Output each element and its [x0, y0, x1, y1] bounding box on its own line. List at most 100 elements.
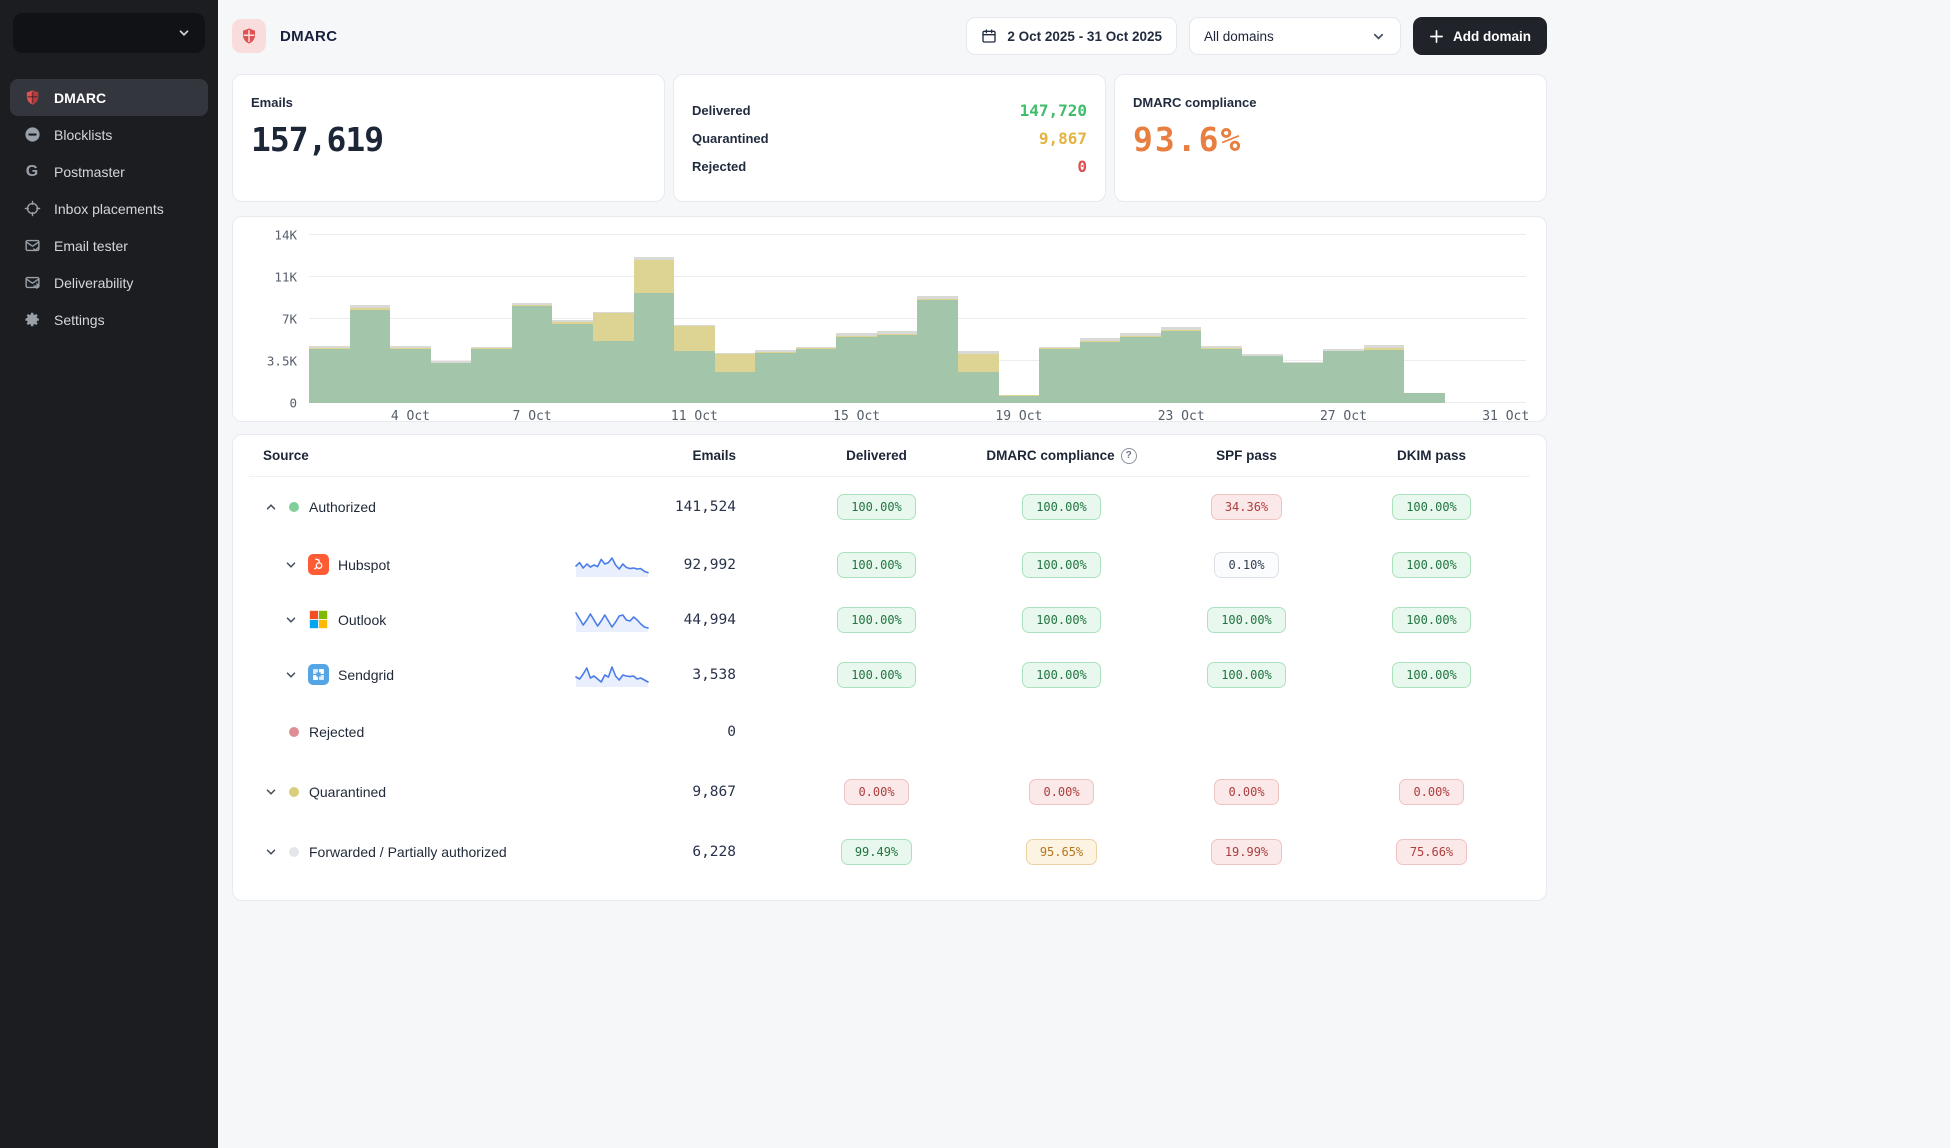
- sidebar-item-dmarc[interactable]: DMARC: [10, 79, 208, 116]
- domain-filter-select[interactable]: All domains: [1189, 17, 1401, 55]
- microsoft-outlook-icon: [308, 609, 329, 630]
- chevron-down-icon[interactable]: [283, 667, 299, 683]
- rejected-label: Rejected: [692, 159, 746, 174]
- table-row-outlook[interactable]: Outlook 44,994 100.00% 100.00% 100.00% 1…: [249, 592, 1530, 647]
- chart-bar-segment: [1161, 331, 1202, 403]
- status-dot-authorized: [289, 502, 299, 512]
- col-dmarc: DMARC compliance ?: [969, 448, 1154, 464]
- emails-value: 6,228: [692, 844, 736, 860]
- block-icon: [23, 126, 41, 144]
- add-domain-button[interactable]: Add domain: [1413, 17, 1547, 55]
- table-row-forwarded[interactable]: Forwarded / Partially authorized 6,228 9…: [249, 822, 1530, 882]
- workspace-selector[interactable]: [13, 13, 205, 53]
- chart-bar: [674, 235, 715, 403]
- chart-x-tick-label: 23 Oct: [1158, 409, 1205, 424]
- table-row-authorized[interactable]: Authorized 141,524 100.00% 100.00% 34.36…: [249, 477, 1530, 537]
- sidebar-item-label: DMARC: [54, 90, 106, 106]
- table-row-quarantined[interactable]: Quarantined 9,867 0.00% 0.00% 0.00% 0.00…: [249, 762, 1530, 822]
- chart-bar: [796, 235, 837, 403]
- chart-x-tick-label: 31 Oct: [1482, 409, 1529, 424]
- emails-value: 44,994: [684, 612, 736, 628]
- sidebar-item-label: Postmaster: [54, 164, 125, 180]
- spf-badge: 0.10%: [1214, 552, 1278, 578]
- col-spf: SPF pass: [1154, 448, 1339, 463]
- dkim-badge: 75.66%: [1396, 839, 1467, 865]
- table-row-sendgrid[interactable]: Sendgrid 3,538 100.00% 100.00% 100.00% 1…: [249, 647, 1530, 702]
- chart-bar-segment: [1120, 337, 1161, 403]
- chart-bar-segment: [634, 260, 675, 293]
- status-dot-quarantined: [289, 787, 299, 797]
- dkim-badge: 100.00%: [1392, 494, 1471, 520]
- chart-bar-segment: [999, 396, 1040, 403]
- chart-bar-segment: [593, 313, 634, 341]
- delivered-badge: 100.00%: [837, 607, 916, 633]
- sidebar-item-postmaster[interactable]: G Postmaster: [10, 153, 208, 190]
- sidebar-item-label: Deliverability: [54, 275, 133, 291]
- date-range-picker[interactable]: 2 Oct 2025 - 31 Oct 2025: [966, 17, 1177, 55]
- domain-filter-value: All domains: [1204, 29, 1274, 44]
- email-volume-chart: 03.5K7K11K14K 4 Oct7 Oct11 Oct15 Oct19 O…: [232, 216, 1547, 422]
- chevron-down-icon[interactable]: [263, 844, 279, 860]
- chevron-down-icon[interactable]: [263, 784, 279, 800]
- dkim-badge: 100.00%: [1392, 607, 1471, 633]
- status-dot-forwarded: [289, 847, 299, 857]
- source-label: Forwarded / Partially authorized: [309, 844, 507, 860]
- chart-bar-segment: [1039, 349, 1080, 403]
- chart-plot: 03.5K7K11K14K: [309, 235, 1526, 403]
- emails-sparkline: [575, 661, 649, 689]
- spf-badge: 19.99%: [1211, 839, 1282, 865]
- chart-bar: [634, 235, 675, 403]
- chart-bar-segment: [593, 341, 634, 403]
- chart-bar-segment: [1323, 351, 1364, 403]
- emails-value: 9,867: [692, 784, 736, 800]
- chevron-up-icon[interactable]: [263, 499, 279, 515]
- compliance-stat-card: DMARC compliance 93.6%: [1114, 74, 1547, 202]
- table-row-rejected[interactable]: Rejected 0: [249, 702, 1530, 762]
- google-g-icon: G: [23, 163, 41, 181]
- sidebar-item-settings[interactable]: Settings: [10, 301, 208, 338]
- sidebar-item-deliverability[interactable]: Deliverability: [10, 264, 208, 301]
- chart-bar: [917, 235, 958, 403]
- chart-bar: [999, 235, 1040, 403]
- chart-bar: [1283, 235, 1324, 403]
- emails-stat-value: 157,619: [251, 120, 646, 159]
- chart-bar: [552, 235, 593, 403]
- sidebar-item-email-tester[interactable]: Email tester: [10, 227, 208, 264]
- emails-sparkline: [575, 551, 649, 579]
- chart-bar-segment: [1364, 350, 1405, 403]
- sidebar-item-inbox-placements[interactable]: Inbox placements: [10, 190, 208, 227]
- help-icon[interactable]: ?: [1121, 448, 1137, 464]
- col-emails: Emails: [559, 448, 784, 463]
- col-dkim: DKIM pass: [1339, 448, 1524, 463]
- sources-table: Source Emails Delivered DMARC compliance…: [232, 434, 1547, 901]
- spf-badge: 0.00%: [1214, 779, 1278, 805]
- chart-bar: [1323, 235, 1364, 403]
- col-delivered: Delivered: [784, 448, 969, 463]
- emails-value: 3,538: [692, 667, 736, 683]
- sidebar-item-label: Email tester: [54, 238, 128, 254]
- gear-icon: [23, 311, 41, 329]
- chart-y-tick-label: 14K: [274, 228, 297, 243]
- chevron-down-icon[interactable]: [283, 612, 299, 628]
- chart-bar: [593, 235, 634, 403]
- chart-bar: [1445, 235, 1486, 403]
- source-label: Rejected: [309, 724, 364, 740]
- chart-bar: [1161, 235, 1202, 403]
- chart-bar-segment: [755, 353, 796, 403]
- emails-sparkline: [575, 606, 649, 634]
- table-row-hubspot[interactable]: Hubspot 92,992 100.00% 100.00% 0.10% 100…: [249, 537, 1530, 592]
- chart-bar-segment: [674, 351, 715, 403]
- chart-bar: [1404, 235, 1445, 403]
- dkim-badge: 100.00%: [1392, 552, 1471, 578]
- chart-bar: [350, 235, 391, 403]
- sidebar-item-blocklists[interactable]: Blocklists: [10, 116, 208, 153]
- compliance-label: DMARC compliance: [1133, 95, 1528, 110]
- chart-bar-segment: [431, 363, 472, 403]
- chart-bar: [755, 235, 796, 403]
- sidebar-item-label: Blocklists: [54, 127, 112, 143]
- chevron-down-icon[interactable]: [283, 557, 299, 573]
- chart-bar: [958, 235, 999, 403]
- chart-bar-segment: [1080, 342, 1121, 403]
- chart-bar-segment: [917, 300, 958, 403]
- emails-value: 141,524: [675, 499, 736, 515]
